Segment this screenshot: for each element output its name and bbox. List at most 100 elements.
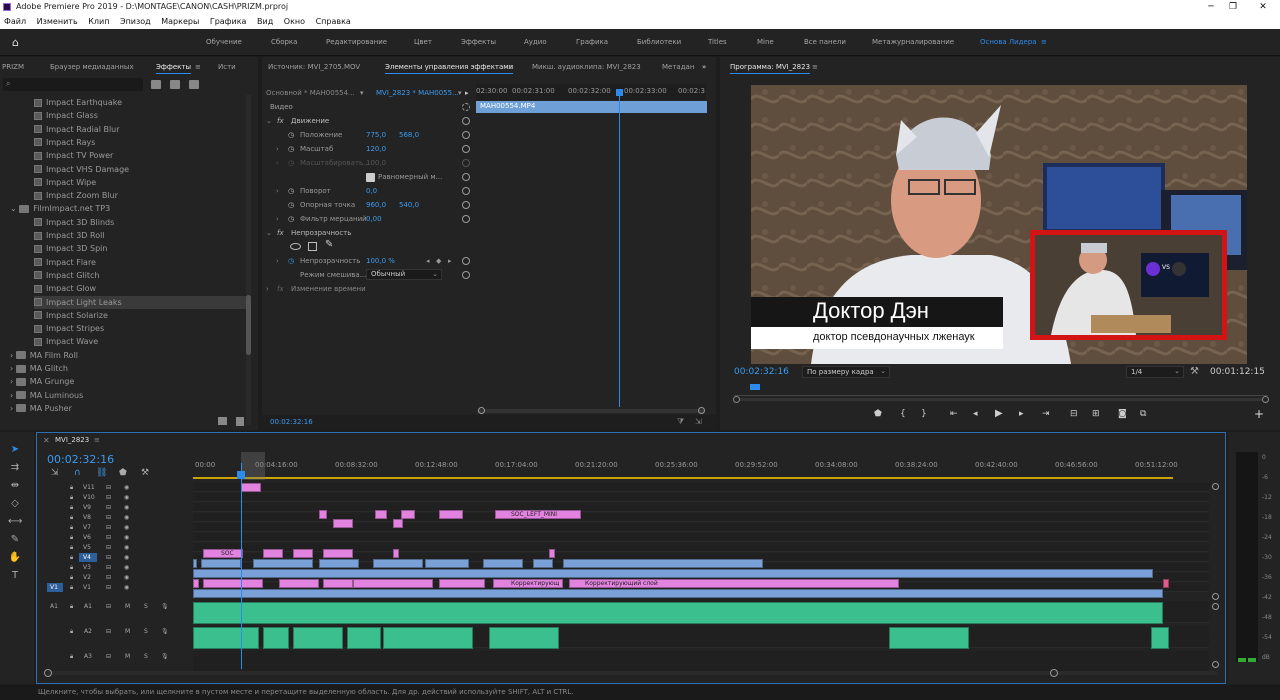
effects-list-item[interactable]: Impact 3D Blinds xyxy=(34,216,246,229)
add-keyframe-icon[interactable]: ◆ xyxy=(436,255,441,268)
lock-icon[interactable]: 🔒︎ xyxy=(70,534,73,542)
timeline-playhead[interactable] xyxy=(241,463,242,669)
timeline-clip[interactable] xyxy=(319,510,327,519)
microphone-icon[interactable]: 🎙︎ xyxy=(161,653,169,660)
opacity-value[interactable]: 100,0 % xyxy=(366,255,395,268)
chevron-right-icon[interactable]: › xyxy=(10,364,16,373)
ec-playhead[interactable] xyxy=(619,89,620,407)
effects-list-item[interactable]: Impact Stripes xyxy=(34,322,246,335)
eye-icon[interactable]: ◉ xyxy=(124,564,129,571)
chevron-right-icon[interactable]: › xyxy=(10,351,16,360)
scale-reset-icon[interactable] xyxy=(462,145,470,153)
sync-lock-icon[interactable]: ⊟ xyxy=(106,504,111,511)
adjustment-layer-clip[interactable] xyxy=(241,483,261,492)
position-x-value[interactable]: 775,0 xyxy=(366,129,386,142)
tab-history[interactable]: Исти xyxy=(218,60,236,74)
timeline-ruler[interactable]: 00:00 00:04:16:00 00:08:32:00 00:12:48:0… xyxy=(193,452,1217,480)
position-stopwatch-icon[interactable]: ◷ xyxy=(288,129,294,142)
export-icon[interactable]: ⇲ xyxy=(695,417,702,426)
timeline-timecode[interactable]: 00:02:32:16 xyxy=(47,453,114,466)
effects-list-item[interactable]: Impact Glass xyxy=(34,109,246,122)
workspace-menu-icon[interactable]: ≡ xyxy=(1041,38,1047,46)
step-forward-icon[interactable]: ▸ xyxy=(1019,409,1024,419)
timeline-clip[interactable] xyxy=(489,627,559,649)
timeline-playhead-handle[interactable] xyxy=(237,471,245,479)
opacity-value-expand-icon[interactable]: › xyxy=(276,255,279,268)
effects-list-item[interactable]: Impact Flare xyxy=(34,256,246,269)
position-y-value[interactable]: 568,0 xyxy=(399,129,419,142)
timeline-clip[interactable] xyxy=(193,559,197,568)
prev-keyframe-icon[interactable]: ◂ xyxy=(426,255,430,268)
eye-icon[interactable]: ◉ xyxy=(124,504,129,511)
program-video-frame[interactable]: Доктор Дэн доктор псевдонаучных лженаук … xyxy=(751,85,1247,364)
go-to-in-icon[interactable]: ⇤ xyxy=(950,409,958,419)
effects-list-item[interactable]: Impact Rays xyxy=(34,136,246,149)
workspace-leader[interactable]: Основа Лидера xyxy=(980,38,1037,46)
effects-list-item[interactable]: › MA Grunge xyxy=(10,375,246,388)
effects-scrollbar[interactable] xyxy=(246,95,251,425)
scale-value[interactable]: 120,0 xyxy=(366,143,386,156)
snap-icon[interactable]: ∩ xyxy=(74,468,81,478)
uniform-scale-checkbox[interactable] xyxy=(366,173,375,182)
timeline-clip[interactable] xyxy=(333,519,353,528)
menu-file[interactable]: Файл xyxy=(4,17,26,26)
uniform-reset-icon[interactable] xyxy=(462,173,470,181)
mute-button[interactable]: M xyxy=(125,603,130,610)
solo-button[interactable]: S xyxy=(144,653,148,660)
sync-lock-icon[interactable]: ⊟ xyxy=(106,603,111,610)
close-button[interactable]: ✕ xyxy=(1252,0,1274,14)
timeline-clip[interactable] xyxy=(393,519,403,528)
timeline-clip[interactable] xyxy=(353,579,433,588)
rotation-value[interactable]: 0,0 xyxy=(366,185,377,198)
opacity-fx-badge-icon[interactable]: fx xyxy=(277,227,284,240)
sync-lock-icon[interactable]: ⊟ xyxy=(106,494,111,501)
effects-menu-icon[interactable]: ≡ xyxy=(195,60,201,74)
ripple-edit-tool-icon[interactable]: ⇹ xyxy=(8,480,22,494)
pen-mask-icon[interactable]: ✎ xyxy=(325,239,333,250)
opacity-stopwatch-icon[interactable]: ◷ xyxy=(288,255,294,268)
menu-window[interactable]: Окно xyxy=(284,17,305,26)
workspace-learning[interactable]: Обучение xyxy=(206,38,242,46)
ec-time-ruler[interactable]: 02:30:00 00:02:31:00 00:02:32:00 00:02:3… xyxy=(476,84,706,100)
workspace-mine[interactable]: Mine xyxy=(757,38,774,46)
effect-controls-menu-icon[interactable]: ≡ xyxy=(508,60,514,74)
timeline-clip[interactable] xyxy=(563,559,763,568)
time-remap-expand-icon[interactable]: › xyxy=(266,283,269,296)
program-timecode[interactable]: 00:02:32:16 xyxy=(734,367,789,377)
ec-timecode[interactable]: 00:02:32:16 xyxy=(270,418,313,426)
effects-list-item[interactable]: Impact Radial Blur xyxy=(34,123,246,136)
eye-icon[interactable]: ◉ xyxy=(124,514,129,521)
timeline-clip[interactable] xyxy=(1151,627,1169,649)
ec-clip-bar[interactable]: MAH00554.MP4 xyxy=(476,101,707,113)
maximize-button[interactable]: ❐ xyxy=(1222,0,1244,14)
step-back-icon[interactable]: ◂ xyxy=(973,409,978,419)
eye-icon[interactable]: ◉ xyxy=(124,544,129,551)
eye-icon[interactable]: ◉ xyxy=(124,554,129,561)
audio-vscroll-handle[interactable] xyxy=(1212,603,1219,610)
ec-playhead-handle[interactable] xyxy=(616,89,623,96)
rectangle-mask-icon[interactable] xyxy=(308,242,317,251)
effects-list-item[interactable]: Impact Wipe xyxy=(34,176,246,189)
timeline-zoom-left-handle[interactable] xyxy=(44,669,52,677)
timeline-clip[interactable] xyxy=(889,627,969,649)
lock-icon[interactable]: 🔒︎ xyxy=(70,628,73,636)
timeline-settings-icon[interactable]: ⚒ xyxy=(141,468,149,478)
tab-metadata[interactable]: Метадан xyxy=(662,60,694,74)
timeline-clip[interactable] xyxy=(203,579,263,588)
track-label-a2[interactable]: A2 xyxy=(84,628,92,635)
play-clip-audio-icon[interactable]: ▸ xyxy=(465,87,469,100)
eye-icon[interactable]: ◉ xyxy=(124,534,129,541)
ec-zoom-scrollbar[interactable] xyxy=(477,409,705,413)
effects-list-item[interactable]: Impact Wave xyxy=(34,335,246,348)
razor-tool-icon[interactable]: ◇ xyxy=(8,498,22,512)
workspace-color[interactable]: Цвет xyxy=(414,38,432,46)
sync-lock-icon[interactable]: ⊟ xyxy=(106,653,111,660)
workspace-metalogging[interactable]: Метажурналирование xyxy=(872,38,954,46)
chevron-down-icon[interactable]: ⌄ xyxy=(10,204,19,213)
microphone-icon[interactable]: 🎙︎ xyxy=(161,603,169,610)
effects-list-item[interactable]: Impact Light Leaks xyxy=(34,295,246,309)
nest-icon[interactable]: ⇲ xyxy=(51,468,59,478)
motion-reset-icon[interactable] xyxy=(462,117,470,125)
timeline-clip[interactable] xyxy=(319,559,359,568)
effects-list-item[interactable]: Impact Glow xyxy=(34,282,246,295)
